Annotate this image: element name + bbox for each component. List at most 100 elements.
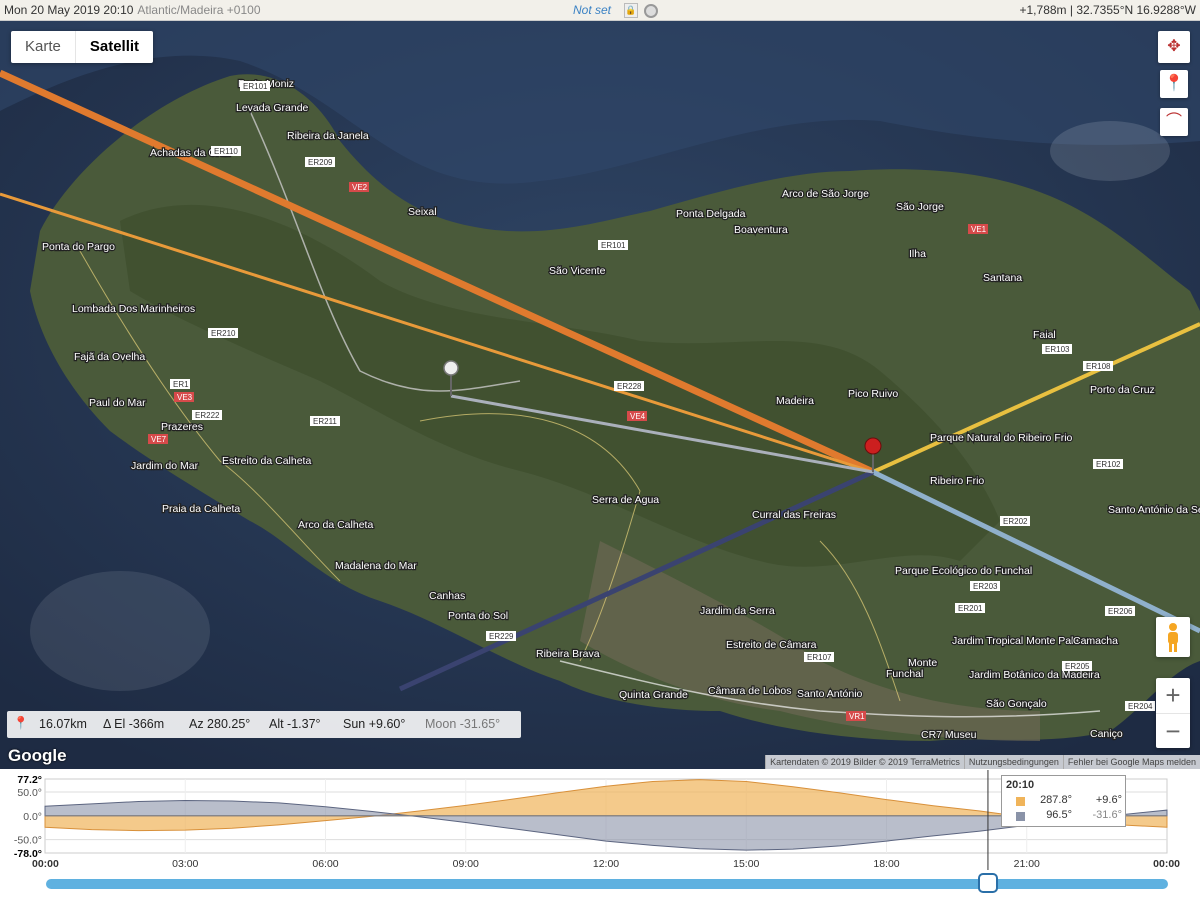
- place-label: Canhas: [429, 590, 465, 602]
- moon-value: Moon -31.65°: [425, 717, 501, 731]
- road-badge: VE1: [968, 224, 988, 234]
- timezone: Atlantic/Madeira +0100: [137, 3, 261, 17]
- street-view-pegman-icon[interactable]: [1156, 617, 1190, 657]
- svg-text:VE1: VE1: [971, 225, 987, 234]
- terms-link[interactable]: Nutzungsbedingungen: [963, 755, 1063, 769]
- x-tick-label: 06:00: [312, 858, 338, 870]
- road-badge: ER102: [1093, 459, 1123, 469]
- place-label: Prazeres: [161, 421, 203, 433]
- svg-text:VE4: VE4: [630, 412, 646, 421]
- road-badge: ER101: [598, 240, 628, 250]
- place-label: Praia da Calheta: [162, 503, 240, 515]
- moon-altitude: -31.6°: [1092, 809, 1122, 821]
- zoom-out-button[interactable]: −: [1156, 713, 1190, 749]
- svg-text:ER101: ER101: [601, 241, 626, 250]
- map-type-satellit-button[interactable]: Satellit: [74, 31, 153, 63]
- place-label: Serra de Agua: [592, 494, 659, 506]
- svg-text:ER101: ER101: [243, 82, 268, 91]
- map[interactable]: Porto Moniz Levada Grande Ribeira da Jan…: [0, 21, 1200, 769]
- sun-altitude: +9.6°: [1095, 794, 1122, 806]
- lock-icon[interactable]: 🔒: [624, 3, 638, 18]
- place-label: Lombada Dos Marinheiros: [72, 303, 195, 315]
- zoom-in-button[interactable]: +: [1156, 678, 1190, 713]
- y-tick-label: -50.0°: [14, 835, 42, 847]
- road-badge: ER228: [614, 381, 644, 391]
- delta-elevation: Δ El -366m: [103, 717, 165, 731]
- not-set-label[interactable]: Not set: [573, 3, 611, 17]
- place-label: CR7 Museu: [921, 729, 977, 741]
- place-label: Parque Natural do Ribeiro Frio: [930, 432, 1073, 444]
- road-badge: ER201: [955, 603, 985, 613]
- place-label: Jardim da Serra: [700, 605, 775, 617]
- y-tick-label: 0.0°: [23, 811, 42, 823]
- svg-text:ER103: ER103: [1045, 345, 1070, 354]
- moon-azimuth: 96.5°: [1046, 809, 1072, 821]
- x-tick-label: 00:00: [1153, 858, 1180, 870]
- place-label: Curral das Freiras: [752, 509, 836, 521]
- x-tick-label: 09:00: [453, 858, 479, 870]
- place-label: Boaventura: [734, 224, 788, 236]
- sun-swatch: [1016, 797, 1025, 806]
- place-label: Caniço: [1090, 728, 1123, 740]
- ruler-icon: 📍: [13, 716, 29, 730]
- svg-text:VR1: VR1: [849, 712, 865, 721]
- place-label: Ilha: [909, 248, 926, 260]
- x-tick-label: 00:00: [32, 858, 59, 870]
- pin-button[interactable]: 📍: [1160, 70, 1188, 98]
- place-label: Estreito de Câmara: [726, 639, 817, 651]
- place-label: Arco da Calheta: [298, 519, 373, 531]
- svg-text:ER209: ER209: [308, 158, 333, 167]
- svg-text:ER229: ER229: [489, 632, 514, 641]
- place-label: Madalena do Mar: [335, 560, 417, 572]
- place-label: Ponta Delgada: [676, 208, 746, 220]
- fullscreen-button[interactable]: ✥: [1158, 31, 1190, 63]
- map-canvas: Porto Moniz Levada Grande Ribeira da Jan…: [0, 21, 1200, 769]
- date-time[interactable]: Mon 20 May 2019 20:10 Atlantic/Madeira +0…: [4, 3, 261, 17]
- road-badge: VE2: [349, 182, 369, 192]
- place-label: Paul do Mar: [89, 397, 146, 409]
- road-badge: VE7: [148, 434, 168, 444]
- road-badge: ER206: [1105, 606, 1135, 616]
- sun-azimuth: 287.8°: [1040, 794, 1072, 806]
- road-badge: ER202: [1000, 516, 1030, 526]
- place-label: Ribeiro Frio: [930, 475, 984, 487]
- x-tick-label: 15:00: [733, 858, 759, 870]
- place-label: São Gonçalo: [986, 698, 1047, 710]
- x-tick-label: 18:00: [873, 858, 899, 870]
- svg-text:ER206: ER206: [1108, 607, 1133, 616]
- ring-icon[interactable]: [644, 4, 658, 18]
- place-label: Arco de São Jorge: [782, 188, 869, 200]
- place-label: Porto da Cruz: [1090, 384, 1155, 396]
- svg-text:VE3: VE3: [177, 393, 193, 402]
- svg-text:VE2: VE2: [352, 183, 368, 192]
- place-label: Pico Ruivo: [848, 388, 898, 400]
- place-label: Estreito da Calheta: [222, 455, 311, 467]
- road-badge: ER101: [240, 81, 270, 91]
- map-type-karte-button[interactable]: Karte: [11, 31, 75, 63]
- road-badge: ER108: [1083, 361, 1113, 371]
- place-label: Ribeira Brava: [536, 648, 600, 660]
- place-label: Santo António da Serra: [1108, 504, 1200, 516]
- place-label: Parque Ecológico do Funchal: [895, 565, 1032, 577]
- svg-text:ER205: ER205: [1065, 662, 1090, 671]
- svg-text:ER222: ER222: [195, 411, 220, 420]
- x-tick-label: 03:00: [172, 858, 198, 870]
- place-label: São Vicente: [549, 265, 606, 277]
- altitude-value: Alt -1.37°: [269, 717, 321, 731]
- place-label: Madeira: [776, 395, 814, 407]
- svg-text:ER108: ER108: [1086, 362, 1111, 371]
- google-logo: Google: [8, 746, 67, 765]
- road-badge: ER209: [305, 157, 335, 167]
- svg-text:ER102: ER102: [1096, 460, 1121, 469]
- time-slider-track[interactable]: [46, 879, 1168, 889]
- place-label: Jardim do Mar: [131, 460, 199, 472]
- measure-button[interactable]: ⌒: [1160, 108, 1188, 136]
- report-error-link[interactable]: Fehler bei Google Maps melden: [1062, 755, 1200, 769]
- place-label: Câmara de Lobos: [708, 685, 791, 697]
- place-label: Funchal: [886, 668, 923, 680]
- road-badge: VE4: [627, 411, 647, 421]
- coordinates: +1,788m | 32.7355°N 16.9288°W: [1019, 3, 1197, 17]
- road-badge: VR1: [846, 711, 866, 721]
- time-slider-thumb[interactable]: [978, 873, 998, 893]
- svg-text:ER228: ER228: [617, 382, 642, 391]
